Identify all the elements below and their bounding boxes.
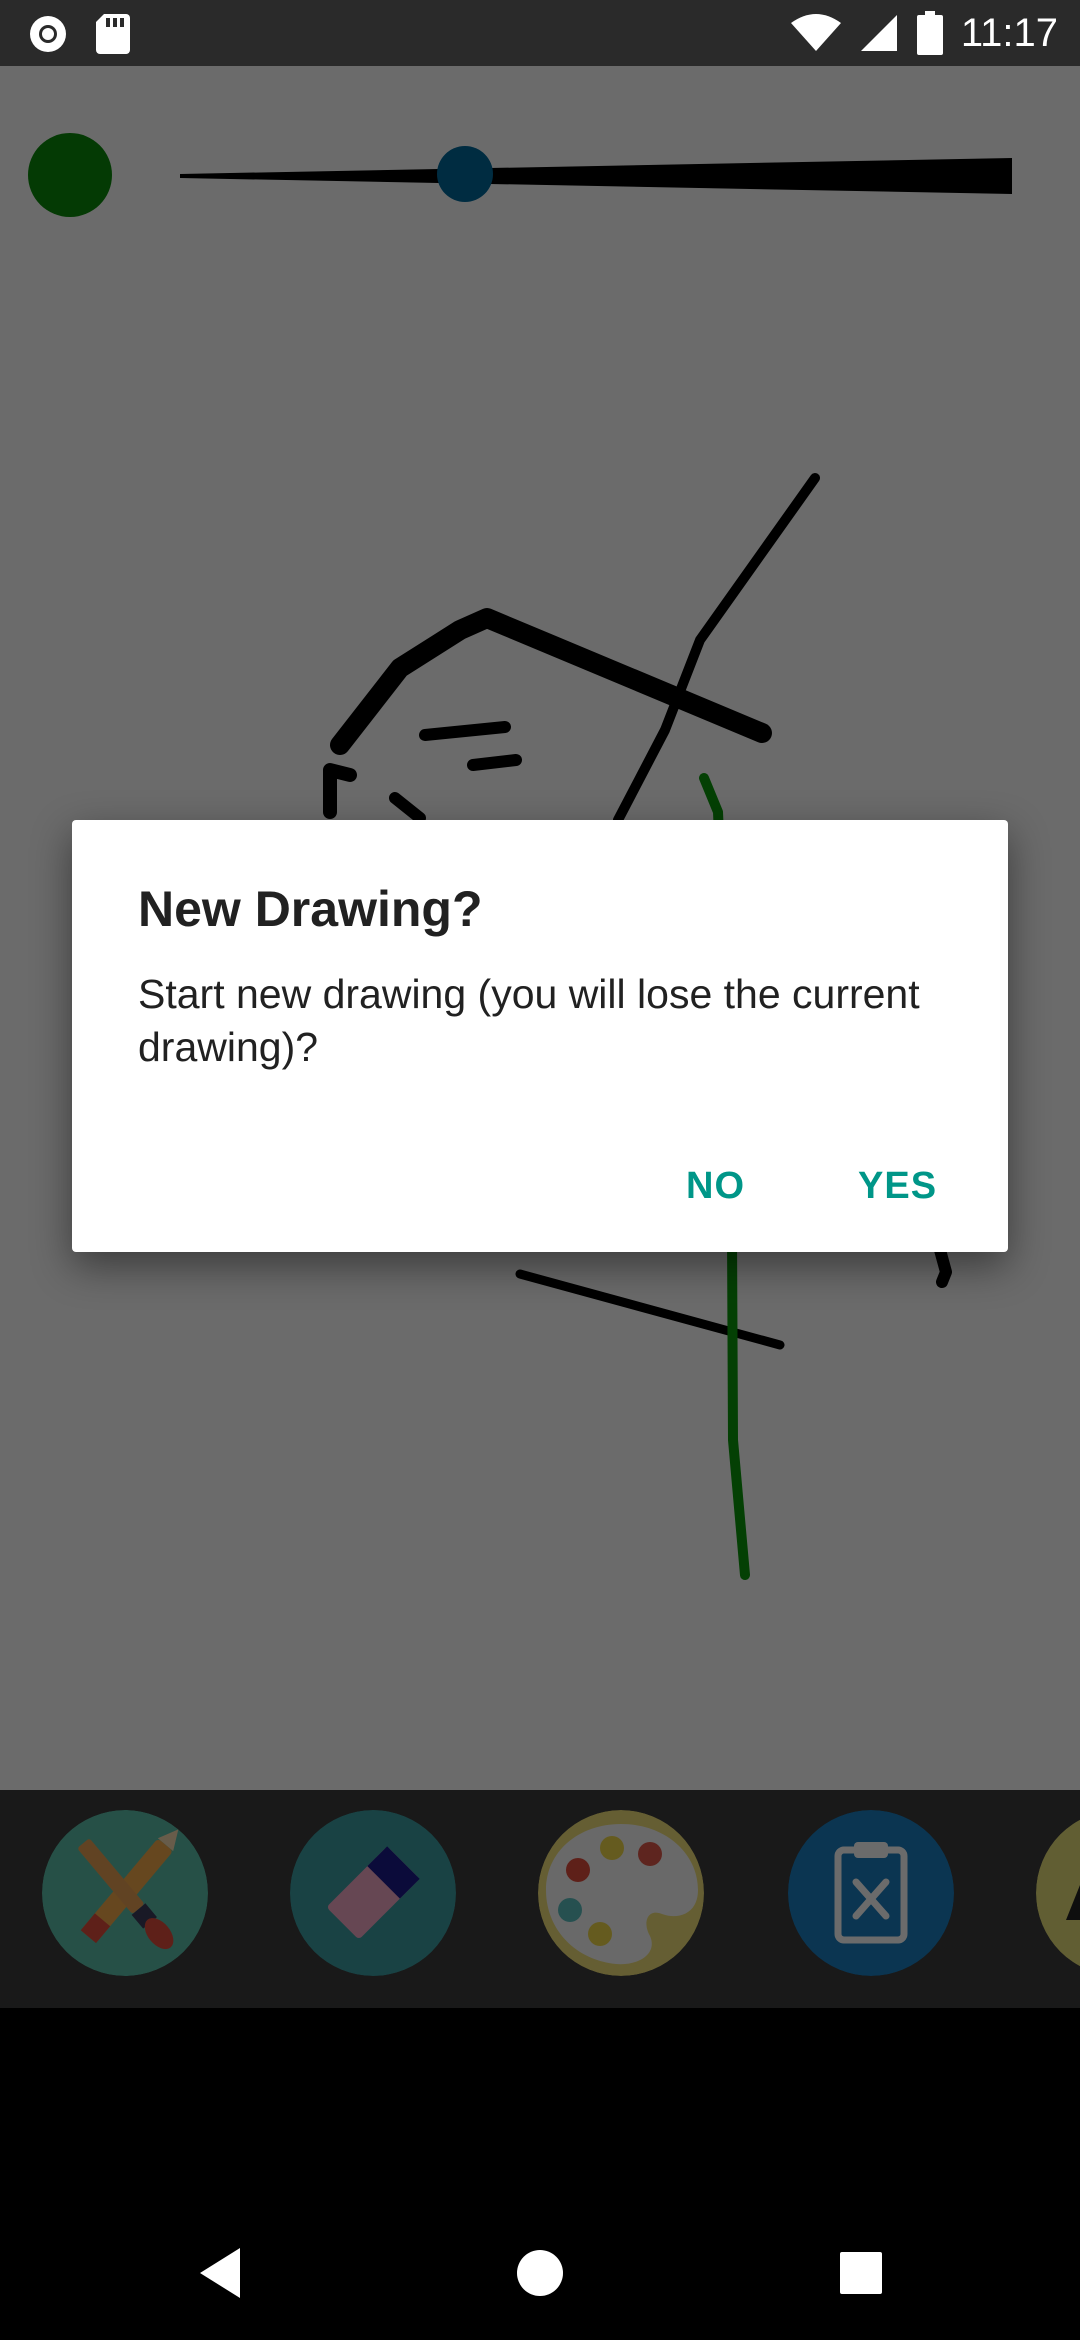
- clock: 11:17: [960, 11, 1058, 55]
- status-left-icons: [28, 14, 130, 54]
- no-button[interactable]: NO: [672, 1146, 759, 1226]
- dialog-message: Start new drawing (you will lose the cur…: [138, 971, 920, 1070]
- yes-button[interactable]: YES: [844, 1146, 951, 1226]
- status-right-icons: 11:17: [790, 8, 1058, 58]
- battery-icon: [916, 11, 943, 55]
- system-nav-bar: [0, 2008, 1080, 2340]
- recents-icon[interactable]: [840, 2252, 882, 2294]
- dialog-title: New Drawing?: [138, 881, 483, 937]
- home-icon[interactable]: [517, 2250, 563, 2296]
- record-icon: [30, 16, 66, 52]
- back-icon[interactable]: [200, 2248, 240, 2298]
- wifi-icon: [790, 14, 841, 51]
- cell-signal-icon: [860, 15, 897, 51]
- sd-card-icon: [96, 14, 130, 54]
- status-bar: 11:17: [0, 0, 1080, 66]
- new-drawing-dialog: New Drawing? Start new drawing (you will…: [72, 820, 1008, 1252]
